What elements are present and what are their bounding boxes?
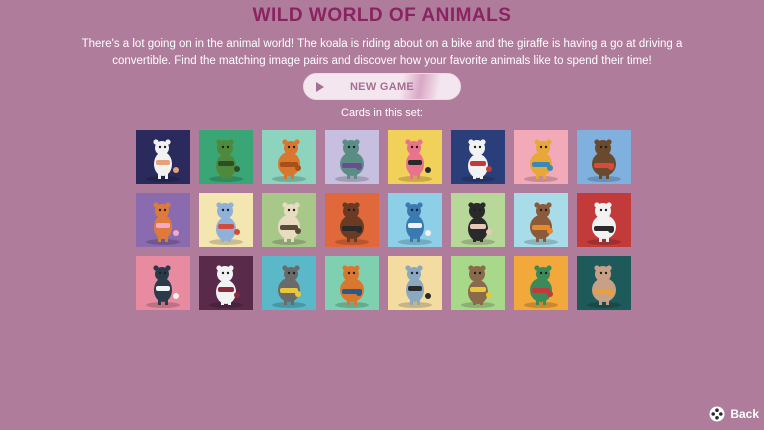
animal-illustration: [514, 256, 568, 310]
animal-card[interactable]: [388, 193, 442, 247]
animal-illustration: [199, 256, 253, 310]
new-game-label: NEW GAME: [349, 81, 415, 93]
page-title: WILD WORLD OF ANIMALS: [252, 5, 512, 26]
animal-illustration: [514, 130, 568, 184]
gamepad-icon: [709, 406, 725, 422]
animal-illustration: [262, 193, 316, 247]
animal-card[interactable]: [451, 256, 505, 310]
animal-card[interactable]: [514, 193, 568, 247]
animal-card[interactable]: [325, 256, 379, 310]
animal-card[interactable]: [199, 256, 253, 310]
animal-illustration: [199, 193, 253, 247]
animal-card[interactable]: [325, 193, 379, 247]
animal-card[interactable]: [136, 130, 190, 184]
animal-illustration: [577, 256, 631, 310]
animal-card[interactable]: [388, 130, 442, 184]
animal-card[interactable]: [388, 256, 442, 310]
animal-card[interactable]: [262, 256, 316, 310]
animal-card[interactable]: [514, 130, 568, 184]
animal-illustration: [388, 193, 442, 247]
animal-card[interactable]: [199, 193, 253, 247]
animal-illustration: [199, 130, 253, 184]
animal-illustration: [451, 256, 505, 310]
back-label: Back: [730, 407, 759, 421]
animal-card[interactable]: [136, 193, 190, 247]
animal-illustration: [388, 256, 442, 310]
back-button[interactable]: Back: [709, 405, 759, 423]
animal-illustration: [325, 130, 379, 184]
animal-illustration: [262, 130, 316, 184]
animal-card[interactable]: [325, 130, 379, 184]
new-game-button[interactable]: NEW GAME: [303, 73, 461, 100]
card-grid: [136, 130, 631, 310]
animal-illustration: [136, 193, 190, 247]
animal-illustration: [451, 193, 505, 247]
animal-card[interactable]: [577, 256, 631, 310]
animal-card[interactable]: [262, 130, 316, 184]
animal-card[interactable]: [577, 193, 631, 247]
animal-card[interactable]: [451, 193, 505, 247]
animal-card[interactable]: [199, 130, 253, 184]
animal-illustration: [451, 130, 505, 184]
animal-illustration: [136, 256, 190, 310]
animal-card[interactable]: [136, 256, 190, 310]
animal-illustration: [262, 256, 316, 310]
animal-illustration: [577, 130, 631, 184]
animal-illustration: [325, 193, 379, 247]
animal-illustration: [388, 130, 442, 184]
animal-illustration: [325, 256, 379, 310]
cards-label: Cards in this set:: [341, 107, 423, 119]
animal-illustration: [136, 130, 190, 184]
animal-card[interactable]: [514, 256, 568, 310]
animal-illustration: [514, 193, 568, 247]
intro-text: There's a lot going on in the animal wor…: [81, 38, 683, 67]
animal-card[interactable]: [262, 193, 316, 247]
animal-illustration: [577, 193, 631, 247]
animal-card[interactable]: [577, 130, 631, 184]
animal-card[interactable]: [451, 130, 505, 184]
